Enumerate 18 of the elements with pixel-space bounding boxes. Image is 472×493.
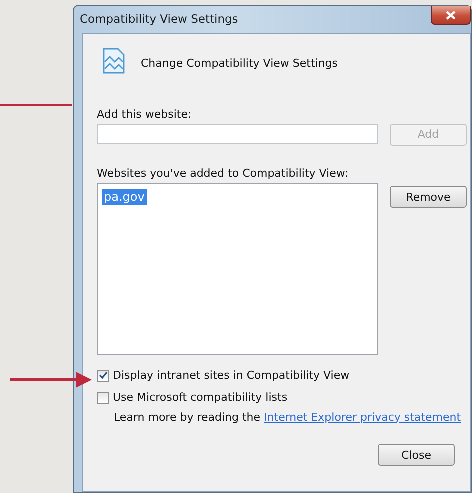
learn-more-text: Learn more by reading the Internet Explorer privacy statement <box>114 410 462 424</box>
field-label: Add this website: <box>97 108 193 121</box>
remove-button[interactable]: Remove <box>390 186 467 208</box>
window-title: Compatibility View Settings <box>80 12 238 26</box>
list-item[interactable]: pa.gov <box>102 188 147 204</box>
checkbox[interactable] <box>97 370 109 382</box>
checkbox-label: Use Microsoft compatibility lists <box>113 391 288 404</box>
privacy-link[interactable]: Internet Explorer privacy statement <box>264 410 462 424</box>
checkbox-label: Display intranet sites in Compatibility View <box>113 369 350 382</box>
close-button[interactable] <box>431 6 471 25</box>
close-icon <box>446 10 456 20</box>
close-dialog-button[interactable]: Close <box>378 444 455 466</box>
list-label: Websites you've added to Compatibility View: <box>97 166 350 180</box>
checkbox[interactable] <box>97 392 109 404</box>
website-input-field[interactable] <box>97 124 378 144</box>
arrow-icon <box>10 371 92 389</box>
header-text: Change Compatibility View Settings <box>141 57 338 70</box>
image-icon <box>103 48 125 74</box>
